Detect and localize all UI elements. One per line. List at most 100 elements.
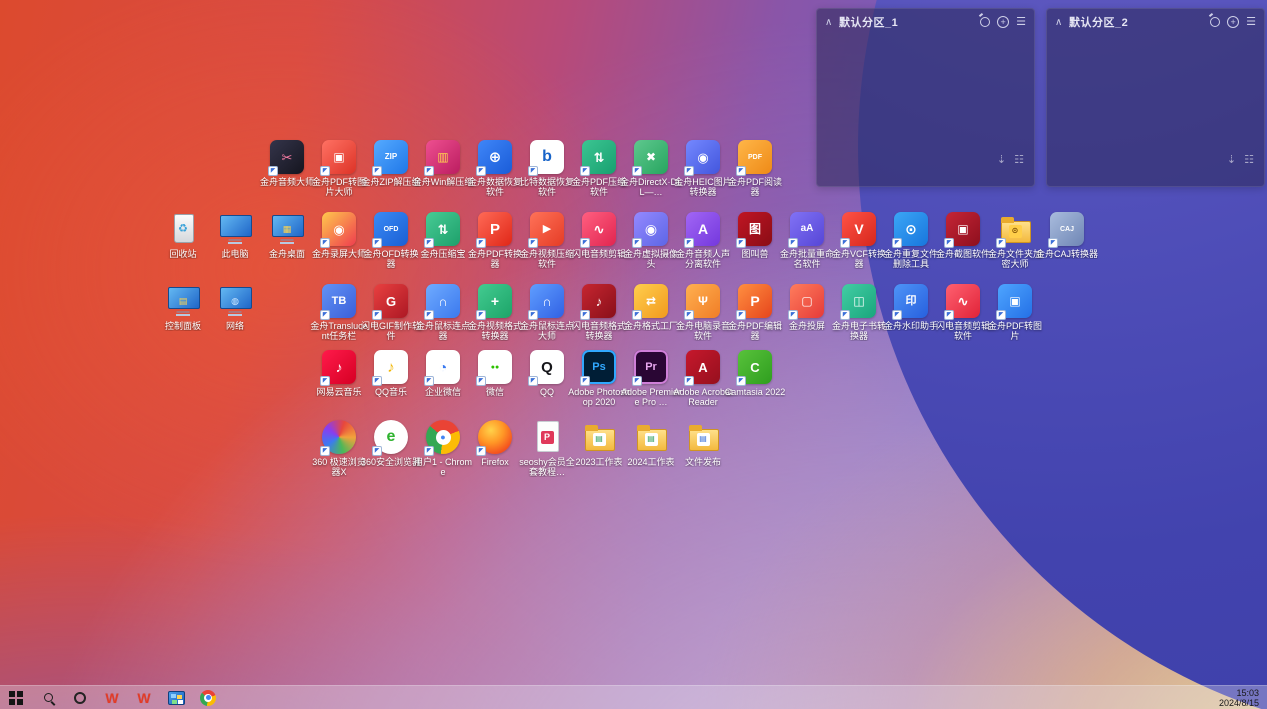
jz-pdf-converter[interactable]: P ◤ 金舟PDF转换器 <box>468 212 522 269</box>
folder-2024-worksheets[interactable]: ▤ 2024工作表 <box>625 420 677 467</box>
jz-screen-recorder[interactable]: ◉ ◤ 金舟录屏大师 <box>312 212 366 259</box>
jz-pdf-editor-glyph: P <box>750 293 760 309</box>
shortcut-arrow-overlay: ◤ <box>528 310 538 320</box>
jz-mouse-clicker[interactable]: ∩ ◤ 金舟鼠标连点器 <box>416 284 470 341</box>
jz-vocal-separation[interactable]: A ◤ 金舟音频人声分离软件 <box>676 212 730 269</box>
jz-pdf-to-image-master[interactable]: ▣ ◤ 金舟PDF转图片大师 <box>312 140 366 197</box>
360-safe-browser[interactable]: e ◤ 360安全浏览器 <box>361 420 421 467</box>
bite-data-recovery[interactable]: b ◤ 比特数据恢复软件 <box>520 140 574 197</box>
shortcut-arrow-overlay: ◤ <box>476 446 486 456</box>
add-icon[interactable]: + <box>1227 16 1240 28</box>
list-view-icon[interactable]: ☷ <box>1244 153 1254 166</box>
sd-audio-clip-software[interactable]: ∿ ◤ 闪电音频剪辑软件 <box>936 284 990 341</box>
collapse-chevron-icon[interactable]: ∧ <box>1055 17 1069 28</box>
jz-pdf-to-image[interactable]: ▣ ◤ 金舟PDF转图片 <box>988 284 1042 341</box>
jz-caj-converter[interactable]: CAJ ◤ 金舟CAJ转换器 <box>1036 212 1098 259</box>
seoshy-member-tutorial-file-glyph: P <box>540 430 554 444</box>
shortcut-arrow-overlay: ◤ <box>476 376 486 386</box>
jz-pdf-editor[interactable]: P ◤ 金舟PDF编辑器 <box>728 284 782 341</box>
jz-virtual-camera[interactable]: ◉ ◤ 金舟虚拟摄像头 <box>624 212 678 269</box>
jz-video-compress[interactable]: ▶ ◤ 金舟视频压缩软件 <box>520 212 574 269</box>
jz-compress-bao[interactable]: ⇅ ◤ 金舟压缩宝 <box>417 212 469 259</box>
jz-data-recovery[interactable]: ⊕ ◤ 金舟数据恢复软件 <box>468 140 522 197</box>
jz-pc-audio-recorder[interactable]: Ψ ◤ 金舟电脑录音软件 <box>676 284 730 341</box>
sd-audio-format-converter[interactable]: ♪ ◤ 闪电音频格式转换器 <box>572 284 626 341</box>
jz-translucent-taskbar[interactable]: TB ◤ 金舟Translucent任务栏 <box>310 284 368 341</box>
adobe-premiere-pro[interactable]: Pr ◤ Adobe Premiere Pro … <box>621 350 681 407</box>
network[interactable]: ◍ 网络 <box>209 284 261 331</box>
360-speed-browser-x[interactable]: ◤ 360 极速浏览器X <box>312 420 366 477</box>
qq-music[interactable]: ♪ ◤ QQ音乐 <box>365 350 417 397</box>
jz-zip-unzip[interactable]: ZIP ◤ 金舟ZIP解压缩 <box>361 140 421 187</box>
jz-cast-screen[interactable]: ▢ ◤ 金舟投屏 <box>781 284 833 331</box>
shortcut-arrow-overlay: ◤ <box>632 310 642 320</box>
folder-2023-worksheets[interactable]: ▤ 2023工作表 <box>573 420 625 467</box>
jz-ofd-converter[interactable]: OFD ◤ 金舟OFD转换器 <box>364 212 419 269</box>
panel-1-header[interactable]: ∧ 默认分区_1 + ☰ <box>817 9 1034 35</box>
jz-audio-master[interactable]: ✂ ◤ 金舟音频大师 <box>260 140 314 187</box>
chrome-user1[interactable]: ● ◤ 用户1 - Chrome <box>414 420 472 477</box>
menu-icon[interactable]: ☰ <box>1246 16 1256 28</box>
taskbar-photos-app[interactable] <box>160 686 192 709</box>
start-button[interactable] <box>0 686 32 709</box>
qq[interactable]: Q ◤ QQ <box>521 350 573 397</box>
jz-screenshot[interactable]: ▣ ◤ 金舟截图软件 <box>936 212 990 259</box>
jz-format-factory[interactable]: ⇄ ◤ 金舟格式工厂 <box>624 284 678 331</box>
cortana-button[interactable] <box>64 686 96 709</box>
wecom[interactable]: ◔ ◤ 企业微信 <box>417 350 469 397</box>
collapse-chevron-icon[interactable]: ∧ <box>825 17 839 28</box>
netease-cloud-music-glyph: ♪ <box>335 359 343 375</box>
jz-ebook-converter[interactable]: ◫ ◤ 金舟电子书转换器 <box>832 284 886 341</box>
this-pc[interactable]: 此电脑 <box>209 212 261 259</box>
taskbar-clock[interactable]: 15:03 2024/8/15 <box>1219 688 1267 708</box>
jz-duplicate-file-remover[interactable]: ⊙ ◤ 金舟重复文件删除工具 <box>884 212 938 269</box>
tujiaoshow[interactable]: 图 ◤ 图叫兽 <box>729 212 781 259</box>
jz-pdf-compress[interactable]: ⇅ ◤ 金舟PDF压缩软件 <box>572 140 626 197</box>
panel-2-body[interactable] <box>1047 35 1264 153</box>
panel-1-body[interactable] <box>817 35 1034 153</box>
timer-icon[interactable] <box>1210 17 1221 27</box>
jz-batch-rename[interactable]: aA ◤ 金舟批量重命名软件 <box>780 212 834 269</box>
jz-watermark-helper[interactable]: 印 ◤ 金舟水印助手 <box>884 284 938 331</box>
jz-duplicate-file-remover-icon: ⊙ ◤ <box>892 212 928 248</box>
jz-desktop[interactable]: ▦ 金舟桌面 <box>261 212 313 259</box>
control-panel[interactable]: ▤ 控制面板 <box>157 284 209 331</box>
folder-file-release[interactable]: ▤ 文件发布 <box>677 420 729 467</box>
taskbar-wps-2[interactable]: W <box>128 686 160 709</box>
taskbar-wps-1[interactable]: W <box>96 686 128 709</box>
adobe-acrobat-reader[interactable]: A ◤ Adobe Acrobat Reader <box>673 350 733 407</box>
adobe-photoshop-2020[interactable]: Ps ◤ Adobe Photoshop 2020 <box>568 350 630 407</box>
sort-descending-icon[interactable]: ⇣ <box>997 153 1006 166</box>
jz-video-format-converter[interactable]: + ◤ 金舟视频格式转换器 <box>468 284 522 341</box>
seoshy-member-tutorial-file[interactable]: Pseoshy会员全套教程… <box>519 420 575 477</box>
search-button[interactable] <box>32 686 64 709</box>
timer-icon[interactable] <box>980 17 991 27</box>
camtasia-2022[interactable]: C ◤ Camtasia 2022 <box>725 350 785 397</box>
jz-directx-dll-repair[interactable]: ✖ ◤ 金舟DirectX·DLL—… <box>620 140 682 197</box>
menu-icon[interactable]: ☰ <box>1016 16 1026 28</box>
taskbar-chrome[interactable] <box>192 686 224 709</box>
firefox[interactable]: ◤ Firefox <box>469 420 521 467</box>
partition-panel-2: ∧ 默认分区_2 + ☰ ⇣ ☷ <box>1046 8 1265 187</box>
list-view-icon[interactable]: ☷ <box>1014 153 1024 166</box>
netease-cloud-music[interactable]: ♪ ◤ 网易云音乐 <box>313 350 365 397</box>
jz-pdf-reader[interactable]: PDF ◤ 金舟PDF阅读器 <box>728 140 782 197</box>
jz-vcf-converter[interactable]: V ◤ 金舟VCF转换器 <box>832 212 886 269</box>
wechat[interactable]: ●● ◤ 微信 <box>469 350 521 397</box>
sd-audio-clip[interactable]: ∿ ◤ 闪电音频剪辑 <box>572 212 626 259</box>
shortcut-arrow-overlay: ◤ <box>372 166 382 176</box>
add-icon[interactable]: + <box>997 16 1010 28</box>
recycle-bin[interactable]: ♻ 回收站 <box>157 212 209 259</box>
panel-2-header[interactable]: ∧ 默认分区_2 + ☰ <box>1047 9 1264 35</box>
jz-heic-image-converter[interactable]: ◉ ◤ 金舟HEIC图片转换器 <box>674 140 732 197</box>
chrome-user1-glyph: ● <box>435 429 451 445</box>
clock-date: 2024/8/15 <box>1218 697 1259 708</box>
jz-folder-encrypt-master[interactable]: ⊙ ◤ 金舟文件夹加密大师 <box>988 212 1042 269</box>
jz-mouse-click-master[interactable]: ∩ ◤ 金舟鼠标连点大师 <box>520 284 574 341</box>
sort-descending-icon[interactable]: ⇣ <box>1227 153 1236 166</box>
sd-gif-maker[interactable]: G ◤ 闪电GIF制作软件 <box>361 284 421 341</box>
search-icon <box>43 693 53 702</box>
jz-win-unzip[interactable]: ▥ ◤ 金舟Win解压缩 <box>413 140 473 187</box>
shortcut-arrow-overlay: ◤ <box>684 310 694 320</box>
shortcut-arrow-overlay: ◤ <box>840 238 850 248</box>
